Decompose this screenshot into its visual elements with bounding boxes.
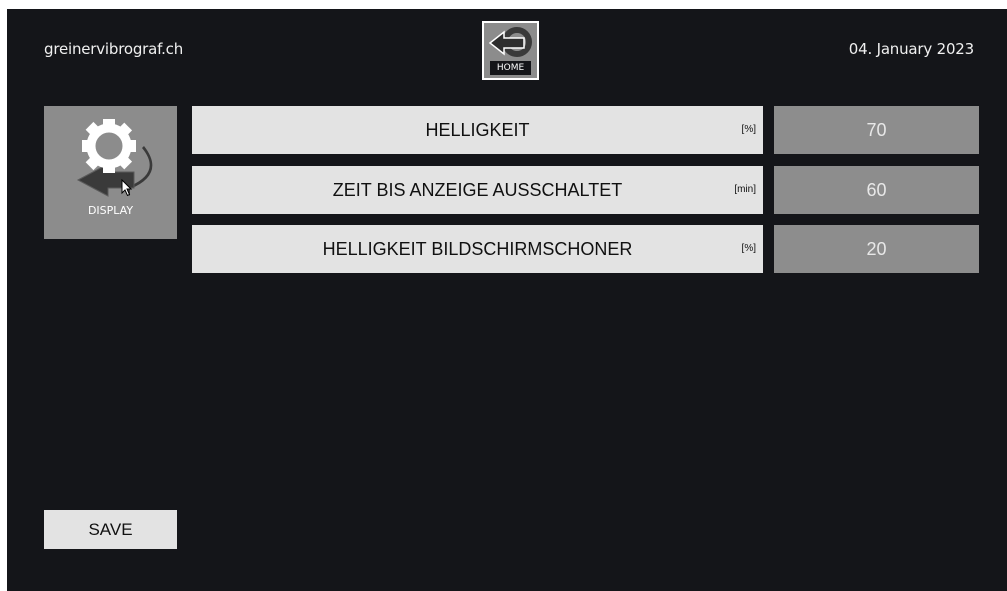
brand-text: greinervibrograf.ch <box>44 40 184 58</box>
home-label: HOME <box>490 61 531 75</box>
date-text: 04. January 2023 <box>848 40 974 58</box>
value-field-helligkeit[interactable]: 70 <box>774 106 979 154</box>
value-field-zeit-bis-anzeige-ausschaltet[interactable]: 60 <box>774 166 979 214</box>
setting-name: HELLIGKEIT BILDSCHIRMSCHONER <box>322 239 633 259</box>
setting-label-zeit-bis-anzeige-ausschaltet[interactable]: ZEIT BIS ANZEIGE AUSSCHALTET [min] <box>192 166 763 214</box>
setting-label-helligkeit[interactable]: HELLIGKEIT [%] <box>192 106 763 154</box>
save-button[interactable]: SAVE <box>44 510 177 549</box>
setting-unit: [%] <box>741 243 756 254</box>
setting-unit: [min] <box>734 184 756 195</box>
setting-label-helligkeit-bildschirmschoner[interactable]: HELLIGKEIT BILDSCHIRMSCHONER [%] <box>192 225 763 273</box>
setting-name: HELLIGKEIT <box>425 120 530 140</box>
gear-icon <box>76 119 153 197</box>
display-label: DISPLAY <box>87 204 134 217</box>
setting-name: ZEIT BIS ANZEIGE AUSSCHALTET <box>332 180 623 200</box>
mouse-cursor-icon <box>121 179 133 197</box>
setting-unit: [%] <box>741 124 756 135</box>
home-button[interactable]: HOME <box>482 21 539 80</box>
back-arrow-icon <box>488 27 532 57</box>
value-field-helligkeit-bildschirmschoner[interactable]: 20 <box>774 225 979 273</box>
display-settings-screen: greinervibrograf.ch HOME 04. January 202… <box>7 9 1007 591</box>
display-category-tile[interactable]: DISPLAY <box>44 106 177 239</box>
